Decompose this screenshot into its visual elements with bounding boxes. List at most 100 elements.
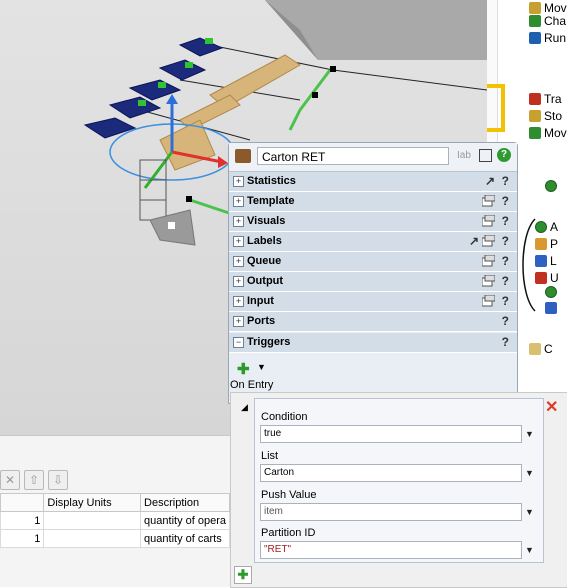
library-item-move-2[interactable]: Mov [529,125,567,140]
value-cell[interactable]: 1 [0,511,45,530]
list-label: List [261,450,279,462]
tree-icon[interactable] [479,149,492,162]
loop-connector [522,218,536,312]
library-item-load[interactable]: L [535,253,557,268]
expand-icon[interactable]: + [233,256,244,267]
section-labels[interactable]: + Labels ↗ ? [229,232,517,252]
library-item-storage-2[interactable]: C [529,341,553,356]
library-item-change[interactable]: Cha [529,13,566,28]
rack-marker [158,82,166,88]
move-down-button[interactable]: ⇩ [48,470,68,490]
collapse-icon[interactable]: − [233,337,244,348]
column-header: Description [140,493,230,512]
template-box-icon[interactable] [482,215,495,227]
template-box-icon[interactable] [482,255,495,267]
parameters-table: Display Units Description 1 quantity of … [0,493,230,548]
close-icon[interactable]: ✕ [545,397,558,417]
expand-icon[interactable]: + [233,296,244,307]
activity-icon[interactable] [545,180,557,192]
help-question-icon[interactable]: ? [502,194,509,208]
units-cell[interactable] [43,529,142,548]
table-row[interactable]: 1 quantity of carts [0,529,230,548]
help-question-icon[interactable]: ? [502,335,509,349]
pin-arrow-icon[interactable]: ↗ [469,234,479,248]
library-item-run[interactable]: Run [529,30,566,45]
rack-unit [158,59,207,81]
push-value-label: Push Value [261,489,317,501]
trigger-event-label: On Entry [230,379,274,391]
object-type-icon [235,149,251,163]
section-queue[interactable]: + Queue ? [229,252,517,272]
storage-icon [529,109,541,122]
help-question-icon[interactable]: ? [502,254,509,268]
rack-marker [138,100,146,106]
unload-icon [535,271,547,284]
label-icon[interactable]: Iab [457,150,471,161]
help-question-icon[interactable]: ? [502,174,509,188]
chevron-down-icon[interactable]: ▼ [257,362,266,372]
condition-dropdown-icon[interactable]: ▼ [525,429,534,439]
partition-id-field[interactable]: "RET" [260,541,522,559]
expand-icon[interactable]: + [233,176,244,187]
template-box-icon[interactable] [482,195,495,207]
library-item-transport[interactable]: Tra [529,91,562,106]
rack-marker [185,62,193,68]
delete-row-button[interactable]: ✕ [0,470,20,490]
library-item-storage[interactable]: Sto [529,108,562,123]
activity-icon[interactable] [545,286,557,298]
table-toolbar: ✕ ⇧ ⇩ [0,466,230,494]
help-question-icon[interactable]: ? [502,234,509,248]
template-box-icon[interactable] [482,275,495,287]
storage-icon [529,342,541,355]
move-up-button[interactable]: ⇧ [24,470,44,490]
rack-marker [205,38,213,44]
section-input[interactable]: + Input ? [229,292,517,312]
list-dropdown-icon[interactable]: ▼ [525,468,534,478]
load-icon [535,254,547,267]
collapse-arrow-icon[interactable]: ◢ [241,402,248,413]
push-value-field[interactable]: item [260,503,522,521]
trigger-fields: Condition true ▼ List Carton ▼ Push Valu… [254,398,544,563]
library-item-activity[interactable]: A [535,219,558,234]
expand-icon[interactable]: + [233,276,244,287]
list-field[interactable]: Carton [260,464,522,482]
template-box-icon[interactable] [482,235,495,247]
pin-arrow-icon[interactable]: ↗ [485,174,495,188]
description-cell[interactable]: quantity of carts [140,529,230,548]
change-icon [529,14,541,27]
table-row[interactable]: 1 quantity of opera [0,511,230,530]
expand-icon[interactable]: + [233,236,244,247]
library-item-unload[interactable]: U [535,270,559,285]
section-ports[interactable]: + Ports ? [229,312,517,332]
library-item-pull[interactable]: P [535,236,558,251]
expand-icon[interactable]: + [233,196,244,207]
section-triggers[interactable]: − Triggers ? [229,333,517,353]
run-icon [529,31,541,44]
add-trigger-button[interactable]: ✚ [234,566,252,584]
help-question-icon[interactable]: ? [502,274,509,288]
description-cell[interactable]: quantity of opera [140,511,230,530]
expand-icon[interactable]: + [233,316,244,327]
network-icon[interactable] [545,302,557,314]
properties-header: Carton RET Iab ? [229,143,517,172]
section-template[interactable]: + Template ? [229,192,517,212]
object-name-field[interactable]: Carton RET [257,147,449,165]
section-statistics[interactable]: + Statistics ↗ ? [229,172,517,192]
help-question-icon[interactable]: ? [502,314,509,328]
column-header [0,493,45,512]
section-output[interactable]: + Output ? [229,272,517,292]
help-question-icon[interactable]: ? [502,294,509,308]
help-question-icon[interactable]: ? [502,214,509,228]
add-trigger-icon[interactable]: ✚ [237,360,250,378]
section-visuals[interactable]: + Visuals ? [229,212,517,232]
expand-icon[interactable]: + [233,216,244,227]
push-value-dropdown-icon[interactable]: ▼ [525,507,534,517]
template-box-icon[interactable] [482,295,495,307]
condition-field[interactable]: true [260,425,522,443]
partition-id-dropdown-icon[interactable]: ▼ [525,545,534,555]
rack-unit [178,37,224,57]
table-panel: ✕ ⇧ ⇩ Display Units Description 1 quanti… [0,435,230,587]
units-cell[interactable] [43,511,142,530]
value-cell[interactable]: 1 [0,529,45,548]
help-icon[interactable]: ? [497,148,511,162]
